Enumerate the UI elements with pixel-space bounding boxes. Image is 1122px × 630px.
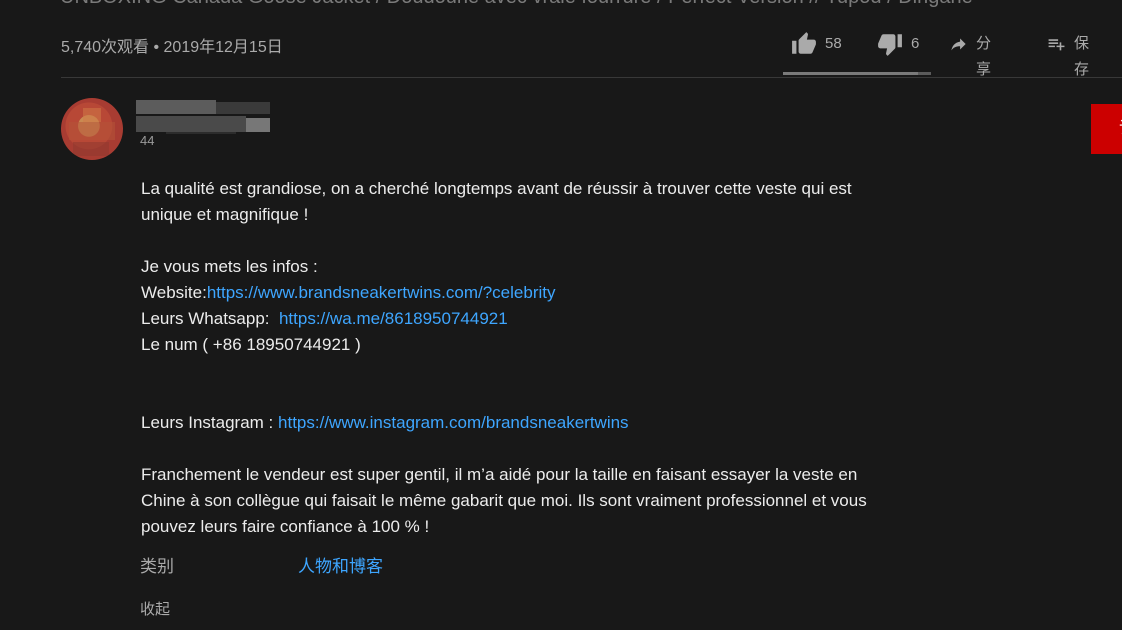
dislike-count: 6 [911, 35, 920, 52]
thumbs-down-icon [878, 34, 902, 56]
phone-line: Le num ( +86 18950744921 ) [141, 335, 361, 354]
like-count: 58 [825, 35, 842, 52]
subscriber-count: 44 [140, 133, 155, 148]
website-line: Website:https://www.brandsneakertwins.co… [141, 280, 901, 306]
website-link[interactable]: https://www.brandsneakertwins.com/?celeb… [207, 283, 556, 302]
whatsapp-line: Leurs Whatsapp: https://wa.me/8618950744… [141, 306, 901, 332]
like-button[interactable]: 58 [791, 31, 842, 75]
video-title: UNBOXING Canada Goose Jacket / Doudoune … [60, 0, 1100, 12]
share-button[interactable]: 分享 [949, 31, 998, 78]
description-line: pouvez leurs faire confiance à 100 % ! [141, 517, 430, 536]
view-count-date: 5,740次观看 • 2019年12月15日 [61, 39, 283, 56]
playlist-add-icon [1048, 39, 1065, 51]
channel-name-blurred[interactable] [136, 100, 286, 134]
video-description: La qualité est grandiose, on a cherché l… [141, 176, 901, 540]
save-button[interactable]: 保存 [1047, 31, 1096, 78]
video-meta-row: 5,740次观看 • 2019年12月15日 58 6 分享 保存 [61, 31, 1122, 78]
whatsapp-link[interactable]: https://wa.me/8618950744921 [279, 309, 508, 328]
category-label: 类别 [140, 557, 174, 576]
instagram-line: Leurs Instagram : https://www.instagram.… [141, 410, 901, 436]
whatsapp-prefix: Leurs Whatsapp: [141, 309, 279, 328]
instagram-prefix: Leurs Instagram : [141, 413, 279, 432]
description-line: Chine à son collègue qui faisait le même… [141, 491, 867, 510]
thumbs-up-icon [792, 32, 816, 54]
instagram-link[interactable]: https://www.instagram.com/brandsneakertw… [278, 413, 629, 432]
website-prefix: Website: [141, 283, 207, 302]
description-line: Je vous mets les infos : [141, 257, 318, 276]
description-line: La qualité est grandiose, on a cherché l… [141, 179, 852, 198]
share-label: 分享 [976, 35, 992, 78]
dislike-button[interactable]: 6 [877, 31, 919, 75]
save-label: 保存 [1074, 35, 1090, 78]
sentiment-bar [783, 72, 931, 75]
sentiment-bar-fill [783, 72, 918, 75]
category-link[interactable]: 人物和博客 [298, 552, 383, 577]
subscribe-button[interactable]: 订 [1091, 104, 1122, 154]
description-line: unique et magnifique ! [141, 205, 309, 224]
channel-avatar[interactable] [61, 98, 123, 160]
share-icon [951, 38, 966, 51]
show-less-button[interactable]: 收起 [140, 598, 170, 619]
description-line: Franchement le vendeur est super gentil,… [141, 465, 858, 484]
